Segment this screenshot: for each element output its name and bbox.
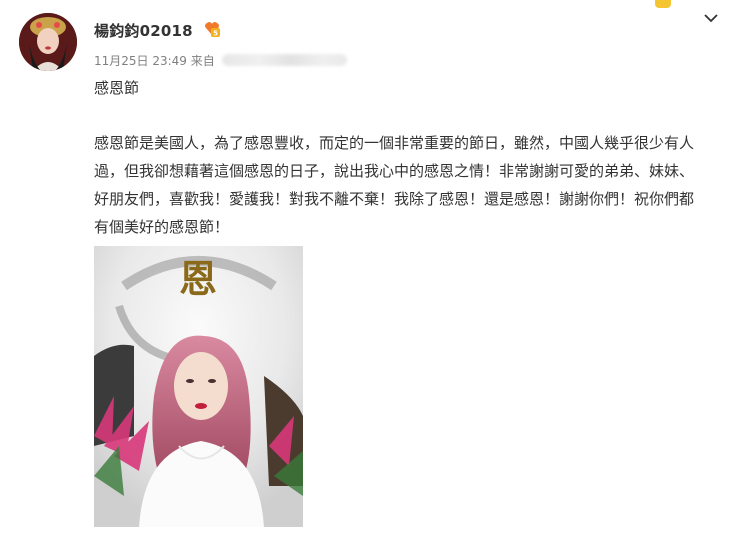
chevron-down-icon[interactable]: [702, 9, 720, 27]
username[interactable]: 楊鈞鈞02018: [94, 20, 193, 41]
source-prefix: 来自: [190, 54, 215, 68]
calligraphy-character: 恩: [179, 256, 217, 301]
blurred-source: [221, 54, 347, 66]
post-image[interactable]: 恩: [94, 246, 303, 527]
post-timestamp[interactable]: 11月25日 23:49: [94, 54, 187, 68]
post-meta: 11月25日 23:49 来自: [94, 52, 347, 69]
post-body-text: 感恩節是美國人，為了感恩豐收，而定的一個非常重要的節日，雖然，中國人幾乎很少有人…: [94, 134, 695, 236]
weibo-post-card: 楊鈞鈞02018 5 11月25日 23:49 来自 感恩節 感恩節是美國人，為…: [0, 0, 729, 534]
svg-text:5: 5: [213, 30, 218, 38]
post-title: 感恩節: [94, 79, 140, 97]
corner-badge: [655, 0, 671, 8]
avatar[interactable]: [19, 13, 77, 71]
vip-badge-icon: 5: [205, 22, 220, 38]
